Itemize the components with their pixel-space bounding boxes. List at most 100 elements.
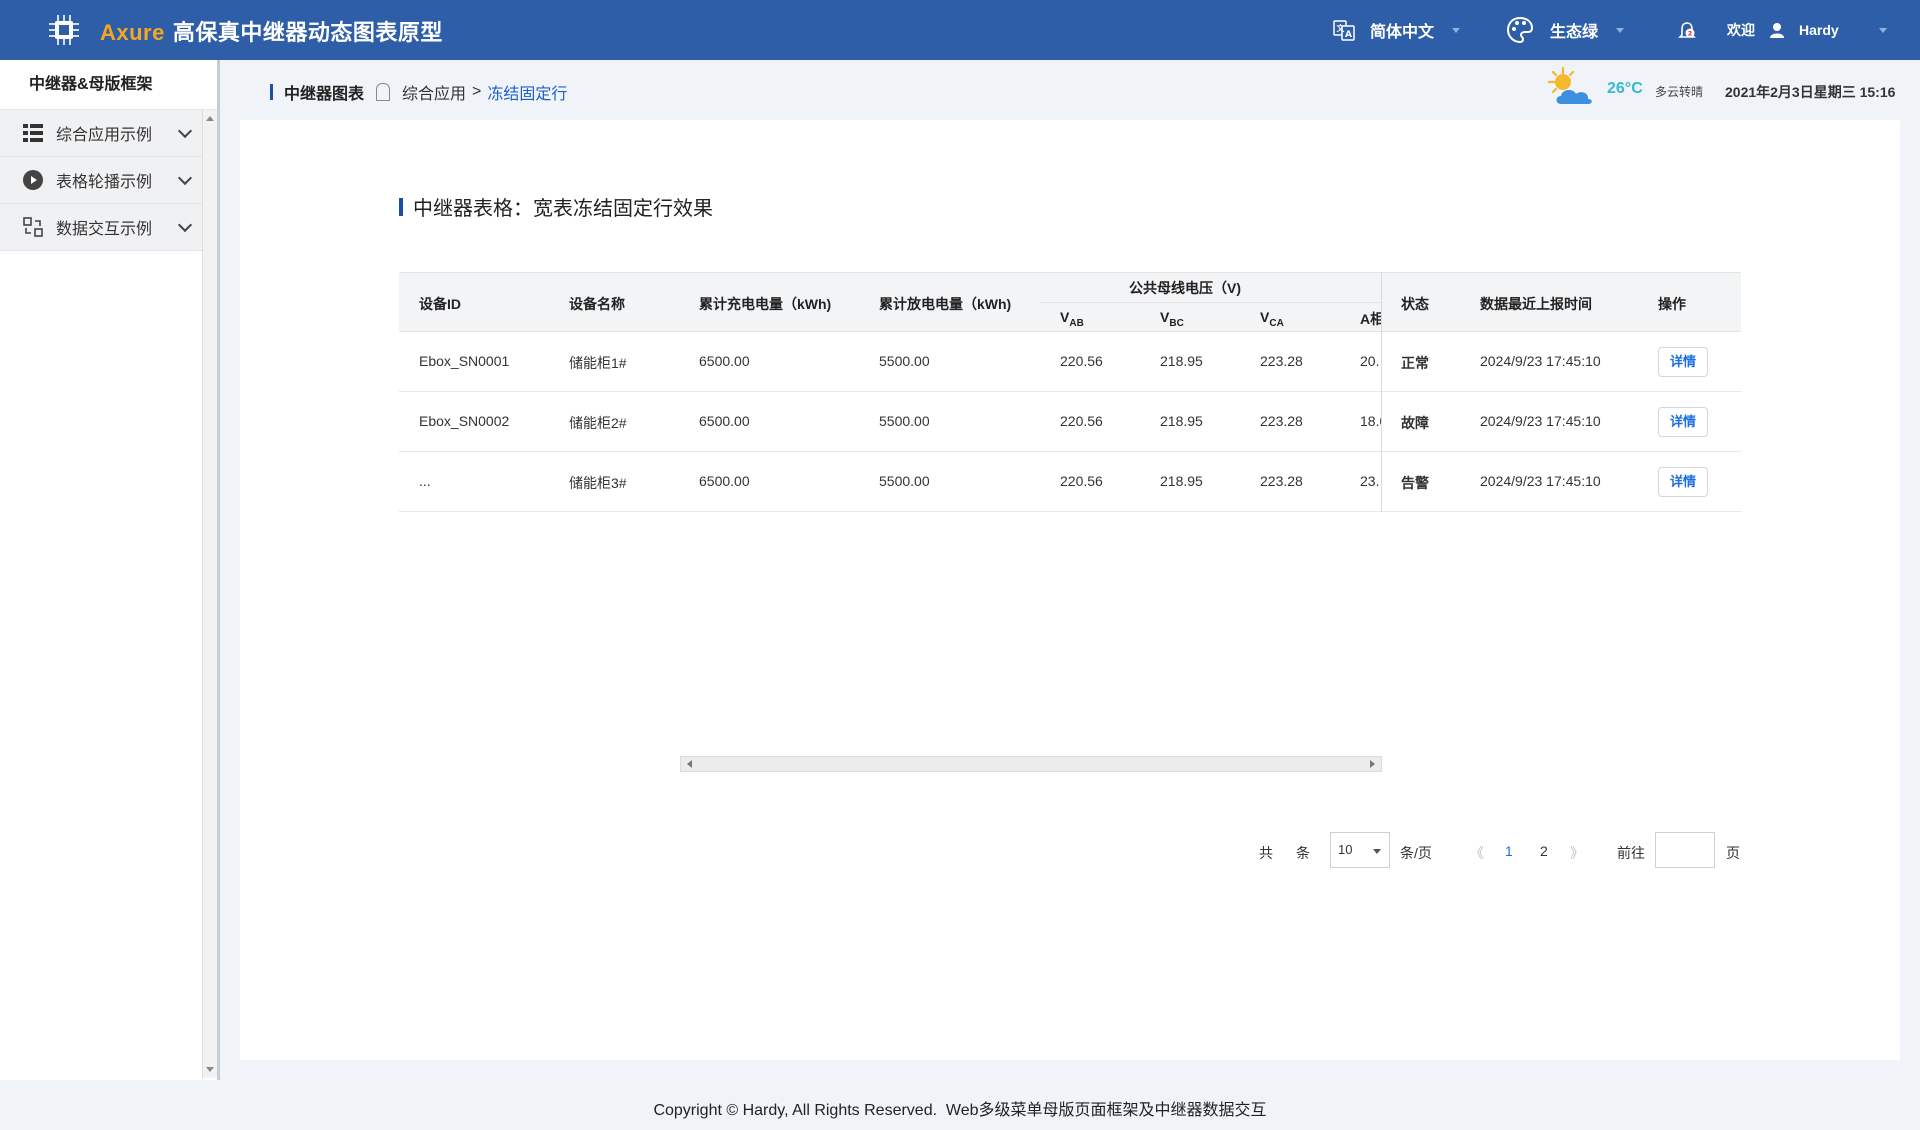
page-1-button[interactable]: 1: [1505, 843, 1513, 859]
page-size-value: 10: [1338, 842, 1353, 857]
user-menu[interactable]: 欢迎 Hardy: [1727, 0, 1887, 60]
chevron-down-icon: [1373, 849, 1381, 854]
title-accent-bar: [399, 197, 403, 216]
language-selector[interactable]: 文 A 简体中文: [1332, 0, 1461, 60]
breadcrumb-root[interactable]: 中继器图表: [284, 80, 364, 104]
th-device-name: 设备名称: [569, 296, 625, 312]
breadcrumb-bar: 中继器图表 综合应用 > 冻结固定行 26°C 多云转晴 2021年2月3日星期…: [223, 60, 1920, 120]
th-action: 操作: [1658, 296, 1686, 312]
scroll-left-icon[interactable]: [687, 760, 692, 768]
chip-logo-icon: [49, 15, 79, 45]
detail-button[interactable]: 详情: [1658, 347, 1708, 377]
chevron-down-icon: [1878, 27, 1887, 33]
data-table: 设备ID 设备名称 累计充电电量（kWh) 累计放电电量（kWh) 公共母线电压…: [399, 272, 1741, 512]
copyright-text: Copyright © Hardy, All Rights Reserved. …: [653, 1102, 1267, 1119]
th-device-id: 设备ID: [419, 296, 461, 312]
th-discharge: 累计放电电量（kWh): [879, 296, 1012, 312]
cell-vbc: 218.95: [1160, 473, 1203, 489]
footer: Copyright © Hardy, All Rights Reserved. …: [0, 1080, 1920, 1130]
data-exchange-icon: [22, 216, 44, 238]
breadcrumb-separator: >: [472, 83, 482, 100]
pager-per-page: 条/页: [1400, 845, 1432, 861]
app-brand: Axure: [100, 20, 165, 45]
scroll-right-icon[interactable]: [1370, 760, 1375, 768]
cell-vbc: 218.95: [1160, 353, 1203, 369]
svg-text:A: A: [1345, 30, 1352, 40]
cell-device-id: ...: [419, 473, 431, 489]
th-a-phase: A相: [1360, 311, 1381, 327]
cell-vbc: 218.95: [1160, 413, 1203, 429]
th-vbc: VBC: [1160, 309, 1184, 329]
th-charge: 累计充电电量（kWh): [699, 296, 832, 312]
header-group-divider: [1039, 302, 1381, 303]
language-label: 简体中文: [1370, 24, 1435, 41]
cell-last-report: 2024/9/23 17:45:10: [1480, 413, 1601, 429]
temperature: 26°C: [1607, 80, 1643, 97]
page-size-select[interactable]: 10: [1330, 832, 1390, 868]
pager-total-suffix: 条: [1296, 845, 1310, 861]
notification-button[interactable]: 2: [1676, 0, 1698, 60]
play-icon: [22, 169, 44, 191]
breadcrumb: 中继器图表 综合应用 > 冻结固定行: [270, 80, 567, 104]
breadcrumb-accent-bar: [270, 84, 273, 100]
cell-a-phase: 23.: [1360, 473, 1380, 489]
cell-vca: 223.28: [1260, 413, 1303, 429]
app-title: Axure 高保真中继器动态图表原型: [100, 15, 443, 47]
breadcrumb-parent[interactable]: 综合应用: [402, 80, 466, 104]
sidebar-item-carousel[interactable]: 表格轮播示例: [0, 157, 202, 204]
cell-charge: 6500.00: [699, 353, 750, 369]
prev-page-button[interactable]: 《: [1470, 843, 1484, 863]
frozen-column-divider: [1381, 272, 1382, 512]
notification-badge: 2: [1688, 29, 1693, 37]
sidebar: 中继器&母版框架 综合应用示例 表格轮播示例 数据交互示例: [0, 60, 220, 1080]
sidebar-item-data-exchange[interactable]: 数据交互示例: [0, 204, 202, 251]
th-bus-voltage-group: 公共母线电压（V): [1129, 280, 1241, 296]
table-horizontal-scrollbar[interactable]: [680, 756, 1382, 772]
detail-button[interactable]: 详情: [1658, 407, 1708, 437]
cell-discharge: 5500.00: [879, 353, 930, 369]
theme-label: 生态绿: [1550, 24, 1599, 41]
top-header: Axure高保真中继器动态图表原型 文 A 简体中文 生态绿 2 欢迎 Har: [0, 0, 1920, 60]
goto-prefix: 前往: [1617, 845, 1645, 861]
table-header: 设备ID 设备名称 累计充电电量（kWh) 累计放电电量（kWh) 公共母线电压…: [399, 272, 1741, 332]
sidebar-item-label: 数据交互示例: [56, 221, 153, 238]
cell-vab: 220.56: [1060, 353, 1103, 369]
breadcrumb-current: 冻结固定行: [487, 86, 568, 103]
scroll-up-icon[interactable]: [206, 116, 214, 121]
th-last-report: 数据最近上报时间: [1480, 296, 1592, 312]
table-row: Ebox_SN0001 储能柜1# 6500.00 5500.00 220.56…: [399, 332, 1741, 392]
sidebar-item-label: 表格轮播示例: [56, 174, 153, 191]
cell-device-id: Ebox_SN0002: [419, 413, 510, 429]
sidebar-item-comprehensive[interactable]: 综合应用示例: [0, 110, 202, 157]
detail-button[interactable]: 详情: [1658, 467, 1708, 497]
pager-total-prefix: 共: [1259, 845, 1273, 861]
cell-status: 正常: [1401, 355, 1429, 371]
chevron-down-icon: [177, 217, 193, 233]
next-page-button[interactable]: 》: [1570, 843, 1584, 863]
page-2-button[interactable]: 2: [1540, 843, 1548, 859]
goto-page-input[interactable]: [1655, 832, 1715, 868]
table-row: Ebox_SN0002 储能柜2# 6500.00 5500.00 220.56…: [399, 392, 1741, 452]
th-vab: VAB: [1060, 309, 1084, 329]
sidebar-scrollbar[interactable]: [202, 110, 217, 1078]
page-title-text: 中继器表格：宽表冻结固定行效果: [413, 198, 713, 220]
datetime: 2021年2月3日星期三 15:16: [1725, 84, 1896, 100]
cell-discharge: 5500.00: [879, 413, 930, 429]
cell-status: 故障: [1401, 415, 1429, 431]
sidebar-item-label: 综合应用示例: [56, 127, 153, 144]
chevron-down-icon: [1616, 27, 1625, 33]
cell-vca: 223.28: [1260, 353, 1303, 369]
scroll-down-icon[interactable]: [206, 1067, 214, 1072]
sidebar-title: 中继器&母版框架: [0, 60, 217, 110]
cell-last-report: 2024/9/23 17:45:10: [1480, 473, 1601, 489]
home-icon: [376, 83, 391, 101]
goto-suffix: 页: [1726, 845, 1740, 861]
cell-vab: 220.56: [1060, 413, 1103, 429]
user-name: Hardy: [1799, 22, 1839, 38]
theme-selector[interactable]: 生态绿: [1506, 0, 1625, 60]
translate-icon: 文 A: [1333, 20, 1355, 41]
cell-device-id: Ebox_SN0001: [419, 353, 510, 369]
palette-icon: [1506, 16, 1534, 44]
cell-vab: 220.56: [1060, 473, 1103, 489]
pagination: 共 条 10 条/页 《 1 2 》 前往 页: [240, 832, 1900, 872]
